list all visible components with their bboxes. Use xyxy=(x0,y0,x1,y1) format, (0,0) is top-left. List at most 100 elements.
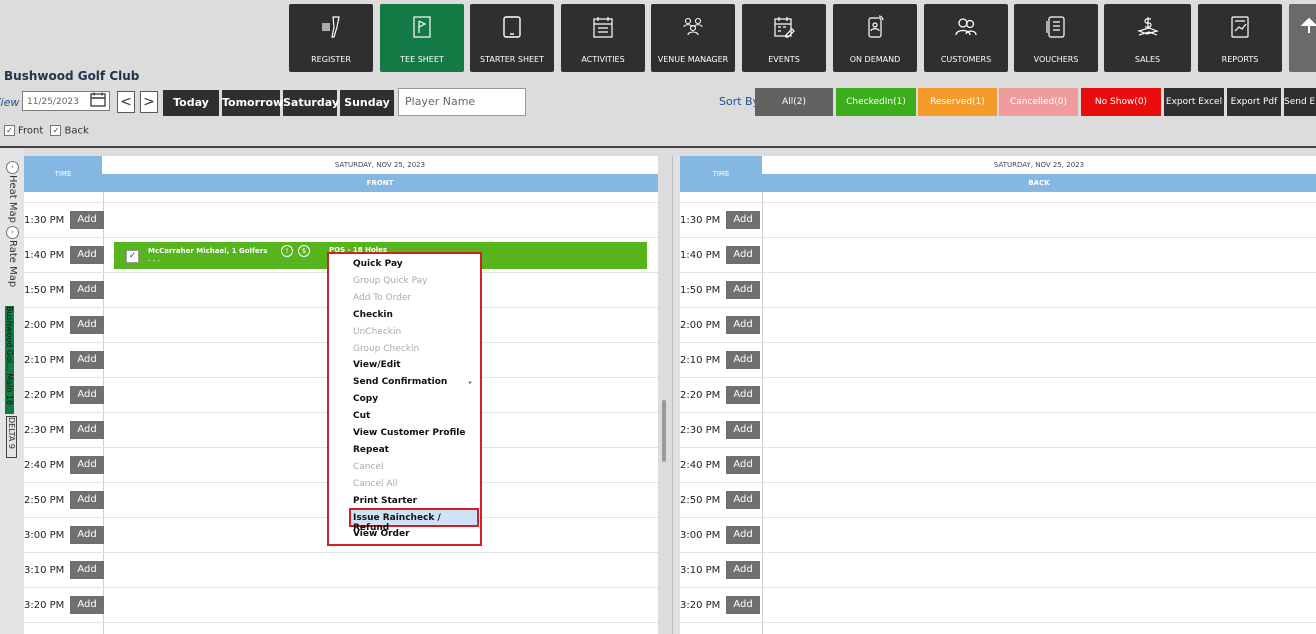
player-name-input[interactable]: Player Name xyxy=(398,88,526,116)
nav-venue-manager-button[interactable]: VENUE MANAGER xyxy=(651,4,735,72)
delta-tab[interactable]: DELTA 9 xyxy=(6,416,17,458)
add-booking-button[interactable]: Add xyxy=(70,526,104,544)
add-booking-button[interactable]: Add xyxy=(70,456,104,474)
front-checkbox[interactable]: ✓ xyxy=(4,125,15,136)
time-row[interactable]: 3:10 PM Add xyxy=(24,553,658,588)
nav-on-demand-button[interactable]: ON DEMAND xyxy=(833,4,917,72)
time-column-header: TIME xyxy=(24,156,102,192)
add-booking-button[interactable]: Add xyxy=(70,561,104,579)
menu-item-view-order[interactable]: View Order xyxy=(353,529,410,539)
nav-vouchers-button[interactable]: VOUCHERS xyxy=(1014,4,1098,72)
nav-starter-sheet-button[interactable]: STARTER SHEET xyxy=(470,4,554,72)
add-booking-button[interactable]: Add xyxy=(726,386,760,404)
export-pdf-button[interactable]: Export Pdf xyxy=(1227,88,1281,116)
sort-no-show-button[interactable]: No Show(0) xyxy=(1081,88,1161,116)
time-row[interactable]: 2:10 PM Add xyxy=(680,343,1316,378)
tee-sheet-toolbar: View 11/25/2023 < > Today Tomorrow Satur… xyxy=(0,88,1316,118)
time-row[interactable]: 3:00 PM Add xyxy=(680,518,1316,553)
back-checkbox[interactable]: ✓ xyxy=(50,125,62,136)
time-row[interactable]: 1:30 PM Add xyxy=(680,203,1316,238)
menu-item-copy[interactable]: Copy xyxy=(353,394,378,404)
add-booking-button[interactable]: Add xyxy=(726,456,760,474)
vertical-scrollbar[interactable] xyxy=(662,400,666,462)
add-booking-button[interactable]: Add xyxy=(70,386,104,404)
nav-events-button[interactable]: EVENTS xyxy=(742,4,826,72)
time-label: 2:00 PM xyxy=(24,320,65,331)
tomorrow-button[interactable]: Tomorrow xyxy=(222,90,283,116)
today-button[interactable]: Today xyxy=(163,90,219,116)
add-booking-button[interactable]: Add xyxy=(726,561,760,579)
dollar-stack-icon xyxy=(1136,17,1159,36)
previous-day-button[interactable]: < xyxy=(117,91,135,113)
time-row[interactable]: 2:50 PM Add xyxy=(680,483,1316,518)
sort-checkedin-button[interactable]: CheckedIn(1) xyxy=(836,88,916,116)
add-booking-button[interactable]: Add xyxy=(70,246,104,264)
time-label: 1:50 PM xyxy=(680,285,721,296)
nav-label: TEE SHEET xyxy=(400,55,444,64)
menu-item-add-to-order: Add To Order xyxy=(353,292,412,303)
add-booking-button[interactable]: Add xyxy=(726,211,760,229)
time-row[interactable]: 2:00 PM Add xyxy=(680,308,1316,343)
time-row[interactable]: 1:50 PM Add xyxy=(680,273,1316,308)
course-tab[interactable]: Bushwood Gol... Main 18 xyxy=(5,306,14,414)
time-row[interactable]: 1:40 PM Add xyxy=(680,238,1316,273)
menu-item-checkin[interactable]: Checkin xyxy=(353,310,393,320)
add-booking-button[interactable]: Add xyxy=(70,596,104,614)
expand-heat-map-icon[interactable]: › xyxy=(6,161,19,174)
add-booking-button[interactable]: Add xyxy=(70,316,104,334)
menu-item-quick-pay[interactable]: Quick Pay xyxy=(353,259,403,269)
saturday-button[interactable]: Saturday xyxy=(283,90,339,116)
rate-map-tab[interactable]: Rate Map xyxy=(7,240,18,287)
sort-cancelled-button[interactable]: Cancelled(0) xyxy=(999,88,1078,116)
export-excel-button[interactable]: Export Excel xyxy=(1164,88,1224,116)
menu-item-print-starter[interactable]: Print Starter xyxy=(353,496,417,506)
expand-rate-map-icon[interactable]: › xyxy=(6,226,19,239)
menu-item-view-customer-profile[interactable]: View Customer Profile xyxy=(353,428,465,438)
calendar-icon[interactable] xyxy=(89,92,107,108)
time-row[interactable]: 3:20 PM Add xyxy=(24,588,658,623)
nav-label: CUSTOMERS xyxy=(940,55,992,64)
time-row[interactable]: 2:30 PM Add xyxy=(680,413,1316,448)
add-booking-button[interactable]: Add xyxy=(726,491,760,509)
time-row[interactable]: 3:10 PM Add xyxy=(680,553,1316,588)
add-booking-button[interactable]: Add xyxy=(70,351,104,369)
nav-activities-button[interactable]: ACTIVITIES xyxy=(561,4,645,72)
menu-item-send-confirmation[interactable]: Send Confirmation xyxy=(353,377,447,387)
tablet-icon xyxy=(503,16,521,38)
menu-item-view-edit[interactable]: View/Edit xyxy=(353,360,401,370)
nav-customers-button[interactable]: CUSTOMERS xyxy=(924,4,1008,72)
payment-icon[interactable]: $ xyxy=(298,245,310,257)
add-booking-button[interactable]: Add xyxy=(726,421,760,439)
nav-tee-sheet-button[interactable]: TEE SHEET xyxy=(380,4,464,72)
booking-checkbox[interactable]: ✓ xyxy=(126,250,139,263)
add-booking-button[interactable]: Add xyxy=(726,526,760,544)
next-day-button[interactable]: > xyxy=(140,91,158,113)
nav-register-button[interactable]: REGISTER xyxy=(289,4,373,72)
add-booking-button[interactable]: Add xyxy=(726,351,760,369)
add-booking-button[interactable]: Add xyxy=(726,316,760,334)
nav-sales-button[interactable]: SALES xyxy=(1104,4,1191,72)
time-row[interactable]: 1:30 PM Add xyxy=(24,203,658,238)
add-booking-button[interactable]: Add xyxy=(70,421,104,439)
sort-all-button[interactable]: All(2) xyxy=(755,88,833,116)
add-booking-button[interactable]: Add xyxy=(70,491,104,509)
add-booking-button[interactable]: Add xyxy=(726,281,760,299)
time-row[interactable]: 2:40 PM Add xyxy=(680,448,1316,483)
info-icon[interactable]: ! xyxy=(281,245,293,257)
add-booking-button[interactable]: Add xyxy=(726,246,760,264)
time-row[interactable]: 3:20 PM Add xyxy=(680,588,1316,623)
upload-arrow-icon xyxy=(1300,17,1316,33)
heat-map-tab[interactable]: Heat Map xyxy=(7,175,18,223)
add-booking-button[interactable]: Add xyxy=(70,281,104,299)
time-label: 3:20 PM xyxy=(24,600,65,611)
time-row[interactable]: 2:20 PM Add xyxy=(680,378,1316,413)
menu-item-repeat[interactable]: Repeat xyxy=(353,445,389,455)
menu-item-cut[interactable]: Cut xyxy=(353,411,370,421)
sunday-button[interactable]: Sunday xyxy=(340,90,394,116)
nav-upload-button[interactable] xyxy=(1289,4,1316,72)
add-booking-button[interactable]: Add xyxy=(70,211,104,229)
send-email-button[interactable]: Send Em xyxy=(1284,88,1316,116)
add-booking-button[interactable]: Add xyxy=(726,596,760,614)
nav-reports-button[interactable]: REPORTS xyxy=(1198,4,1282,72)
sort-reserved-button[interactable]: Reserved(1) xyxy=(918,88,997,116)
